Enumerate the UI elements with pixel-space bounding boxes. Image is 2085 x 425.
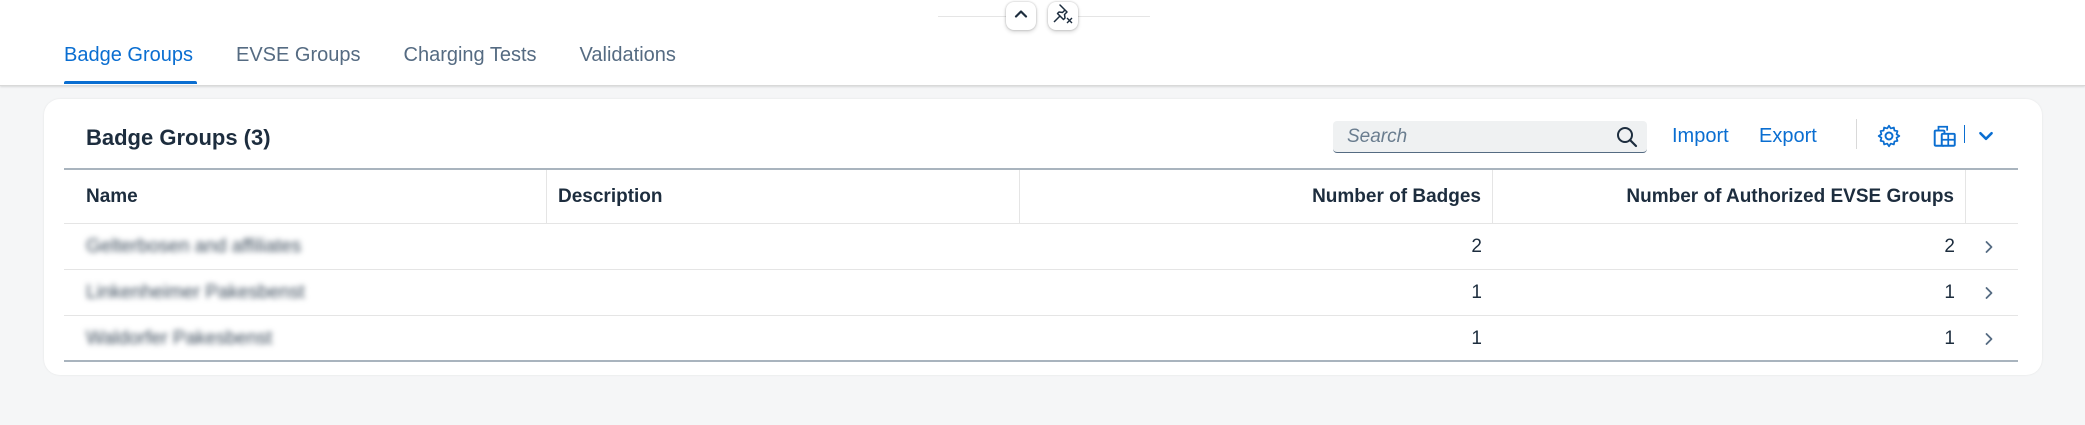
export-button[interactable]: Export <box>1759 125 1817 148</box>
row-badges: 2 <box>1471 236 1482 257</box>
import-button[interactable]: Import <box>1672 125 1729 148</box>
collapse-header-button[interactable] <box>1006 2 1036 30</box>
unpin-icon <box>1051 2 1075 31</box>
search-field[interactable] <box>1333 121 1647 153</box>
row-evse-groups: 1 <box>1944 282 1955 303</box>
object-page-header: Badge Groups EVSE Groups Charging Tests … <box>0 0 2085 86</box>
chevron-down-icon[interactable] <box>1977 127 1995 150</box>
row-badges: 1 <box>1471 328 1482 349</box>
row-badges: 1 <box>1471 282 1482 303</box>
search-input[interactable] <box>1345 121 1609 153</box>
badge-groups-section: Badge Groups (3) Import Export Name Desc… <box>44 99 2042 375</box>
row-evse-groups: 1 <box>1944 328 1955 349</box>
tab-validations[interactable]: Validations <box>580 44 676 84</box>
gear-icon[interactable] <box>1876 123 1902 154</box>
badge-groups-table: Name Description Number of Badges Number… <box>64 168 2018 362</box>
column-header-name[interactable]: Name <box>64 170 547 224</box>
table-row[interactable]: Waldorfer Pakesbenst 1 1 <box>64 316 2018 362</box>
chevron-right-icon[interactable] <box>1982 331 1996 352</box>
header-divider-right <box>1078 16 1150 17</box>
tab-bar: Badge Groups EVSE Groups Charging Tests … <box>64 44 719 84</box>
table-row[interactable]: Linkenheimer Pakesbenst 1 1 <box>64 270 2018 316</box>
unpin-header-button[interactable] <box>1048 2 1078 30</box>
split-button-separator <box>1964 125 1965 143</box>
table-header: Name Description Number of Badges Number… <box>64 168 2018 224</box>
tab-badge-groups[interactable]: Badge Groups <box>64 44 197 84</box>
chevron-right-icon[interactable] <box>1982 285 1996 306</box>
column-header-number-of-evse-groups[interactable]: Number of Authorized EVSE Groups <box>1493 170 1966 224</box>
column-header-description[interactable]: Description <box>547 170 1020 224</box>
export-spreadsheet-icon[interactable] <box>1932 123 1958 154</box>
row-name: Waldorfer Pakesbenst <box>86 328 273 349</box>
header-divider-left <box>938 16 1006 17</box>
row-name: Linkenheimer Pakesbenst <box>86 282 305 303</box>
row-evse-groups: 2 <box>1944 236 1955 257</box>
tab-evse-groups[interactable]: EVSE Groups <box>236 44 361 84</box>
toolbar-separator <box>1856 119 1857 149</box>
chevron-up-icon <box>1013 6 1029 27</box>
column-header-number-of-badges[interactable]: Number of Badges <box>1020 170 1493 224</box>
row-name: Gelterbosen and affiliates <box>86 236 302 257</box>
search-icon[interactable] <box>1615 125 1639 154</box>
chevron-right-icon[interactable] <box>1982 239 1996 260</box>
tab-charging-tests[interactable]: Charging Tests <box>404 44 537 84</box>
table-row[interactable]: Gelterbosen and affiliates 2 2 <box>64 224 2018 270</box>
section-title: Badge Groups (3) <box>86 125 271 150</box>
